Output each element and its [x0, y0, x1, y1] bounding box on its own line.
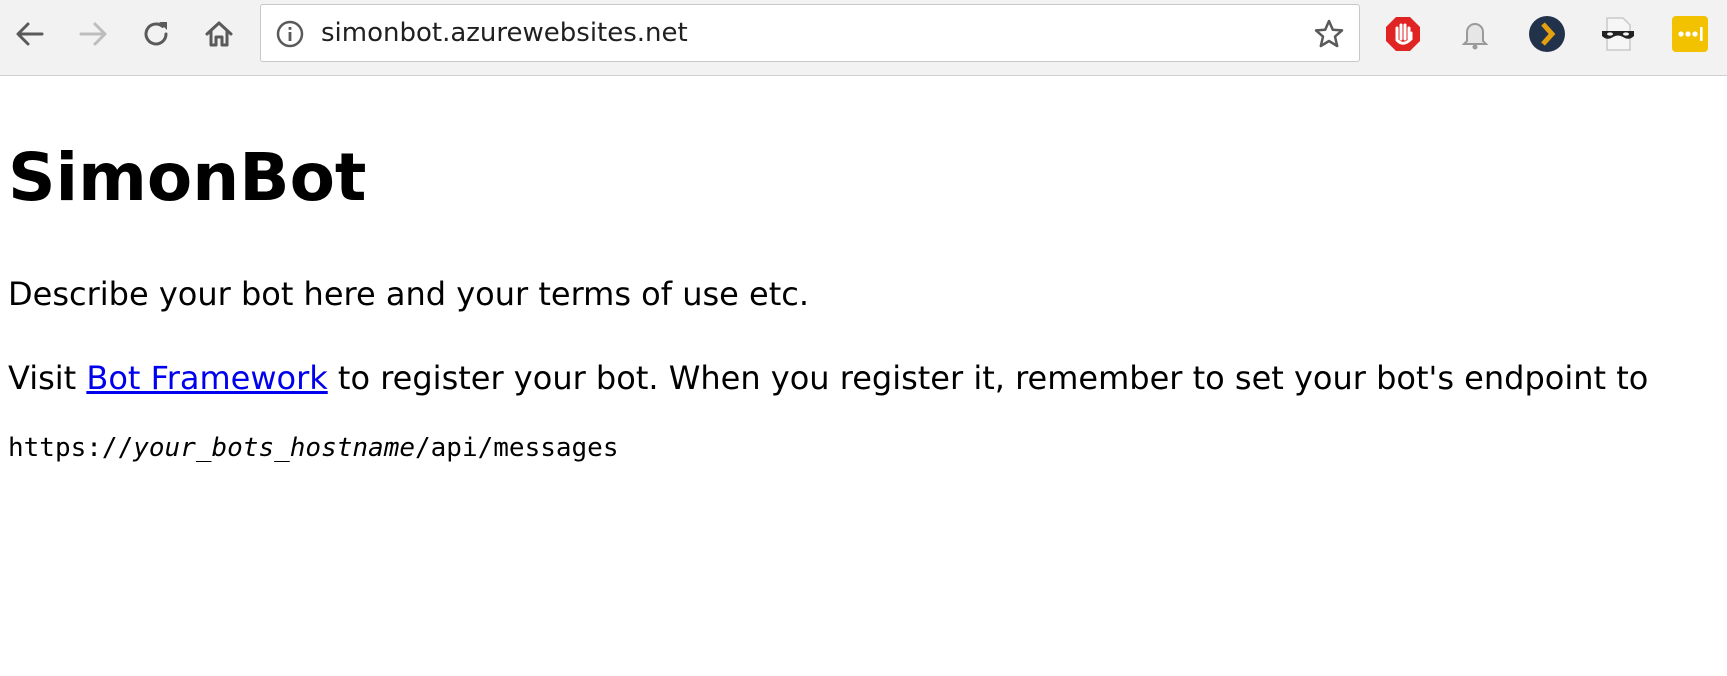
registration-instructions: Visit Bot Framework to register your bot…	[8, 358, 1648, 398]
notifications-extension-button[interactable]	[1455, 14, 1495, 54]
home-icon	[205, 21, 233, 47]
endpoint-code: https://your_bots_hostname/api/messages	[8, 432, 619, 464]
plex-extension-button[interactable]	[1527, 14, 1567, 54]
adblock-extension-button[interactable]	[1383, 14, 1423, 54]
home-button[interactable]	[199, 14, 239, 54]
incognito-extension-button[interactable]	[1598, 14, 1638, 54]
address-bar[interactable]: simonbot.azurewebsites.net	[260, 4, 1360, 62]
lastpass-extension-button[interactable]	[1670, 14, 1710, 54]
incognito-mask-icon	[1602, 17, 1634, 51]
bookmark-star-icon[interactable]	[1313, 18, 1345, 50]
reload-icon	[144, 22, 168, 46]
url-text[interactable]: simonbot.azurewebsites.net	[321, 17, 688, 49]
visit-prefix-text: Visit	[8, 359, 87, 397]
back-button[interactable]	[10, 14, 50, 54]
forward-button[interactable]	[73, 14, 113, 54]
info-icon[interactable]	[275, 19, 305, 49]
bot-framework-link[interactable]: Bot Framework	[86, 359, 327, 397]
browser-toolbar: simonbot.azurewebsites.net	[0, 0, 1727, 76]
reload-button[interactable]	[136, 14, 176, 54]
notification-bell-icon	[1461, 23, 1489, 50]
endpoint-hostname-placeholder: your_bots_hostname	[133, 433, 415, 463]
adblock-stop-hand-icon	[1386, 17, 1420, 51]
plex-chevron-icon	[1529, 16, 1565, 52]
endpoint-prefix: https://	[8, 433, 134, 463]
forward-arrow-icon	[79, 22, 107, 46]
visit-suffix-text: to register your bot. When you register …	[327, 359, 1649, 397]
back-arrow-icon	[16, 22, 44, 46]
lastpass-icon	[1672, 16, 1708, 52]
bot-description: Describe your bot here and your terms of…	[8, 275, 809, 313]
page-title: SimonBot	[8, 139, 367, 216]
endpoint-suffix: /api/messages	[415, 433, 619, 463]
